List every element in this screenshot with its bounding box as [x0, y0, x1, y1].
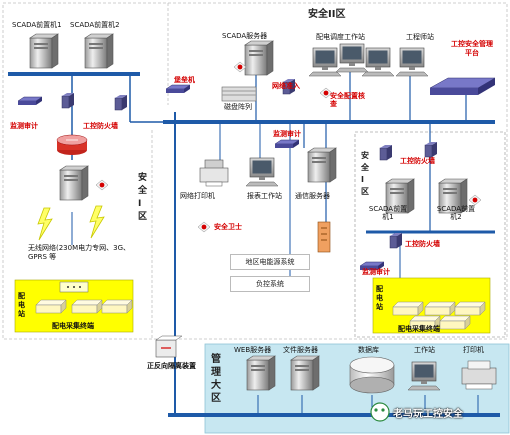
fortress-label: 堡垒机 [174, 76, 195, 84]
watermark-text: 老马玩工控安全 [393, 409, 463, 420]
security-guard-label: 安全卫士 [214, 223, 242, 231]
engineer-station-label: 工程师站 [406, 33, 434, 41]
dispatch-workstation-label: 配电调度工作站 [316, 33, 365, 41]
config-check-label: 安全配置核查 [330, 92, 365, 108]
monitor-audit-mid-label: 监测审计 [273, 130, 301, 138]
wireless-network-label: 无线网络(230M电力专网、3G、GPRS 等 [28, 244, 131, 261]
scada-server-label: SCADA服务器 [222, 32, 268, 40]
isolation-device-label: 正反向隔离装置 [147, 362, 196, 370]
scada-pre-machine-1-label: SCADA前置机1 [12, 21, 62, 29]
web-server-label: WEB服务器 [234, 346, 272, 354]
management-workstation-label: 工作站 [414, 346, 435, 354]
network-access-label: 网络准入 [272, 82, 300, 90]
ics-security-platform-label: 工控安全管理平台 [451, 40, 493, 57]
distribution-terminal-right-label: 配电采集终端 [398, 325, 440, 333]
database-label: 数据库 [358, 346, 379, 354]
distribution-station-right-label: 配电站 [376, 285, 383, 311]
distribution-terminal-left-label: 配电采集终端 [52, 322, 94, 330]
file-server-label: 文件服务器 [283, 346, 318, 354]
right-scada-pre-2-label: SCADA前置机2 [436, 205, 476, 221]
management-printer-label: 打印机 [463, 346, 484, 354]
disk-array-label: 磁盘阵列 [224, 103, 252, 111]
scada-pre-machine-2-label: SCADA前置机2 [70, 21, 120, 29]
zone-i-left-label: 安全Ⅰ区 [138, 173, 148, 222]
monitor-audit-right-label: 监测审计 [362, 268, 390, 276]
firewall-right-top-label: 工控防火墙 [400, 157, 435, 165]
zone-i-right-label: 安全Ⅰ区 [361, 151, 369, 196]
right-scada-pre-1-label: SCADA前置机1 [368, 205, 408, 221]
distribution-station-left-label: 配电站 [18, 292, 25, 318]
diagram-graphics [2, 2, 510, 434]
monitor-audit-left-label: 监测审计 [10, 122, 38, 130]
comm-server-label: 通信服务器 [295, 192, 330, 200]
management-zone-label: 管理大区 [211, 354, 221, 404]
firewall-left-label: 工控防火墙 [83, 122, 118, 130]
regional-power-system-box: 地区电能源系统 [230, 254, 310, 270]
network-architecture-diagram: 安全II区 安全Ⅰ区 安全Ⅰ区 管理大区 SCADA前置机1 SCADA前置机2… [0, 0, 510, 435]
firewall-right-bottom-label: 工控防火墙 [405, 240, 440, 248]
network-printer-label: 网络打印机 [180, 192, 215, 200]
report-workstation-label: 报表工作站 [247, 192, 282, 200]
load-control-system-box: 负控系统 [230, 276, 310, 292]
zone-ii-label: 安全II区 [308, 9, 346, 20]
